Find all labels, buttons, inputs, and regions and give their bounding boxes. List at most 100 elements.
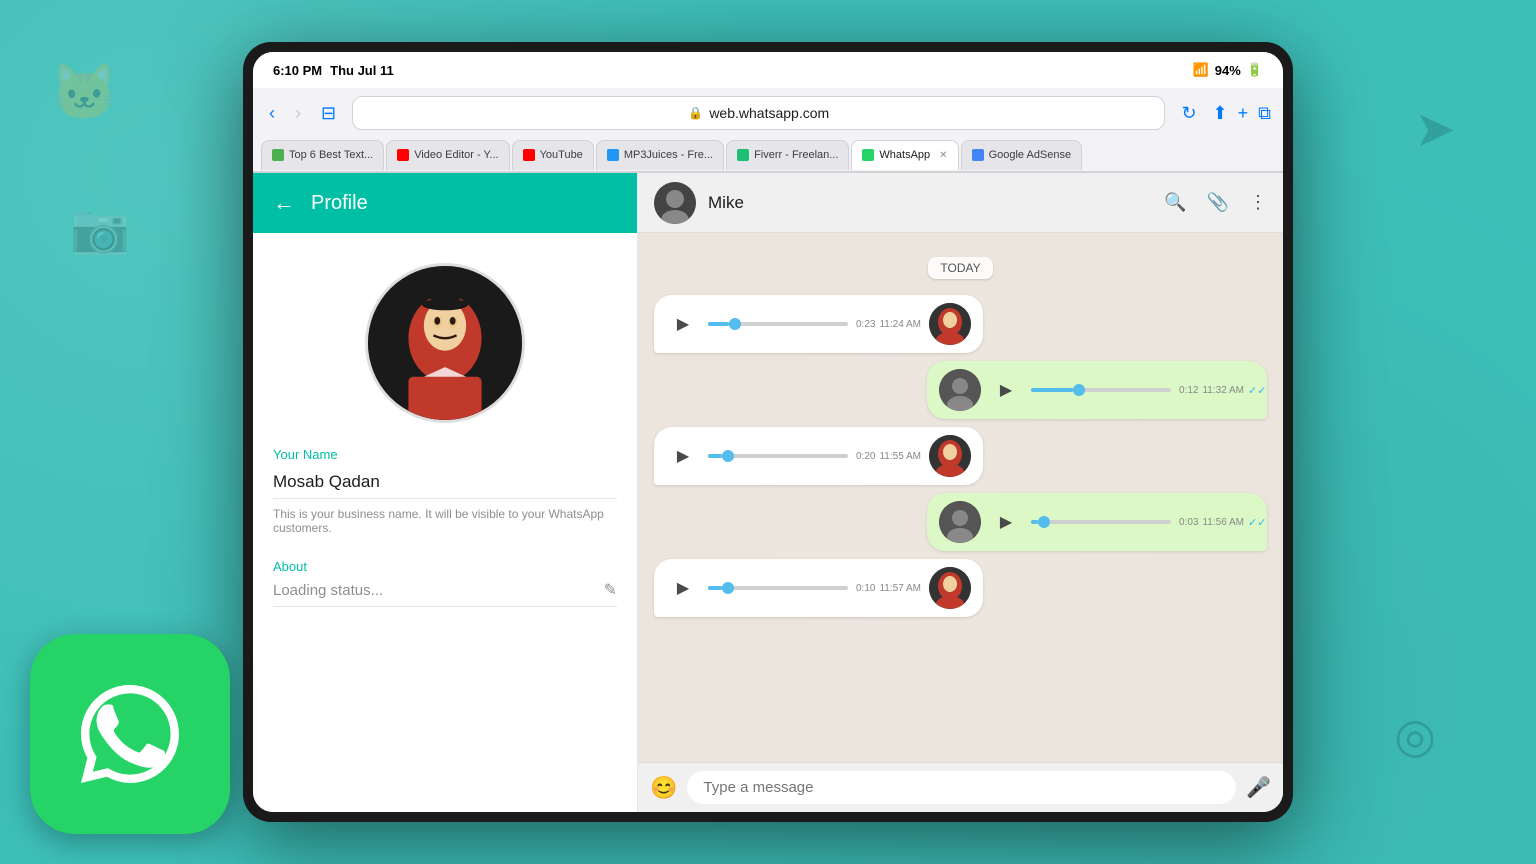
chat-contact-name: Mike: [708, 193, 1152, 213]
message-row-1: ▶ 0:23 11:24 AM: [654, 295, 1267, 353]
msg-meta-2: 0:12 11:32 AM ✓✓: [1179, 384, 1266, 397]
back-button[interactable]: ‹: [265, 101, 279, 126]
play-button-2[interactable]: ▶: [989, 373, 1023, 407]
voice-avatar-received-3: [929, 435, 971, 477]
tab-google-adsense[interactable]: Google AdSense: [961, 140, 1083, 170]
waveform-bar-2: [1031, 388, 1171, 392]
waveform-dot-5: [722, 582, 734, 594]
time-3: 11:55 AM: [879, 451, 921, 462]
tab-favicon-google-adsense: [972, 149, 984, 161]
duration-4: 0:03: [1179, 517, 1198, 528]
your-name-field: Your Name Mosab Qadan This is your busin…: [273, 447, 617, 535]
time-1: 11:24 AM: [879, 319, 921, 330]
play-button-3[interactable]: ▶: [666, 439, 700, 473]
main-content: ← Profile: [253, 173, 1283, 812]
tab-label-video-editor: Video Editor - Y...: [414, 149, 498, 161]
microphone-button[interactable]: 🎤: [1246, 775, 1271, 800]
play-button-4[interactable]: ▶: [989, 505, 1023, 539]
tab-label-text-editor: Top 6 Best Text...: [289, 149, 373, 161]
tab-favicon-mp3juices: [607, 149, 619, 161]
browser-toolbar: ‹ › ⊟ 🔒 web.whatsapp.com ↻ ⬆ + ⧉: [253, 88, 1283, 138]
tab-favicon-text-editor: [272, 149, 284, 161]
avatar-section: [273, 263, 617, 423]
ipad-frame: 6:10 PM Thu Jul 11 📶 94% 🔋 ‹ › ⊟ 🔒 web.w…: [243, 42, 1293, 822]
reader-button[interactable]: ⊟: [317, 101, 340, 126]
voice-avatar-img-4: [939, 501, 981, 543]
duration-1: 0:23: [856, 319, 875, 330]
read-receipt-2: ✓✓: [1248, 384, 1266, 397]
waveform-progress-3: [708, 454, 722, 458]
waveform-progress-1: [708, 322, 729, 326]
message-input[interactable]: [687, 771, 1236, 804]
tabs-button[interactable]: ⧉: [1258, 103, 1271, 124]
refresh-button[interactable]: ↻: [1177, 101, 1200, 126]
url-text: web.whatsapp.com: [709, 105, 829, 121]
address-bar[interactable]: 🔒 web.whatsapp.com: [352, 96, 1165, 130]
add-tab-button[interactable]: +: [1238, 103, 1249, 124]
voice-avatar-received-5: [929, 567, 971, 609]
tab-label-google-adsense: Google AdSense: [989, 149, 1072, 161]
waveform-bar-3: [708, 454, 848, 458]
chat-search-button[interactable]: 🔍: [1164, 192, 1186, 213]
msg-meta-4: 0:03 11:56 AM ✓✓: [1179, 516, 1266, 529]
waveform-progress-2: [1031, 388, 1073, 392]
tab-youtube[interactable]: YouTube: [512, 140, 594, 170]
chat-input-area: 😊 🎤: [638, 762, 1283, 812]
voice-avatar-sent-4: [939, 501, 981, 543]
tab-whatsapp[interactable]: WhatsApp ✕: [851, 140, 958, 170]
voice-avatar-img-2: [939, 369, 981, 411]
edit-about-icon[interactable]: ✎: [604, 580, 617, 600]
voice-avatar-img-5: [929, 567, 971, 609]
tab-label-whatsapp: WhatsApp: [879, 149, 930, 161]
ipad-screen: 6:10 PM Thu Jul 11 📶 94% 🔋 ‹ › ⊟ 🔒 web.w…: [253, 52, 1283, 812]
waveform-bar-4: [1031, 520, 1171, 524]
tab-text-editor[interactable]: Top 6 Best Text...: [261, 140, 384, 170]
waveform-progress-4: [1031, 520, 1038, 524]
battery-icon: 🔋: [1247, 62, 1263, 78]
tab-fiverr[interactable]: Fiverr - Freelan...: [726, 140, 849, 170]
about-value: Loading status...: [273, 582, 383, 599]
time-display: 6:10 PM: [273, 63, 322, 78]
waveform-1: [708, 322, 848, 326]
chat-attach-button[interactable]: 📎: [1207, 192, 1229, 213]
tab-video-editor[interactable]: Video Editor - Y...: [386, 140, 509, 170]
battery-display: 94%: [1215, 63, 1241, 78]
tab-label-youtube: YouTube: [540, 149, 583, 161]
tab-close-whatsapp[interactable]: ✕: [939, 150, 947, 161]
share-button[interactable]: ⬆: [1213, 103, 1228, 124]
bg-arrow-icon: ➤: [1414, 100, 1456, 158]
msg-meta-5: 0:10 11:57 AM: [856, 583, 921, 594]
waveform-dot-1: [729, 318, 741, 330]
time-2: 11:32 AM: [1202, 385, 1244, 396]
lock-icon: 🔒: [688, 106, 703, 120]
tab-favicon-fiverr: [737, 149, 749, 161]
status-bar-left: 6:10 PM Thu Jul 11: [273, 63, 394, 78]
profile-avatar[interactable]: [365, 263, 525, 423]
message-row-3: ▶ 0:20 11:55 AM: [654, 427, 1267, 485]
time-5: 11:57 AM: [879, 583, 921, 594]
waveform-progress-5: [708, 586, 722, 590]
forward-button[interactable]: ›: [291, 101, 305, 126]
play-button-1[interactable]: ▶: [666, 307, 700, 341]
waveform-dot-4: [1038, 516, 1050, 528]
voice-bubble-sent-4: ▶ 0:03 11:56 AM ✓✓: [927, 493, 1267, 551]
bg-target-icon: ◎: [1394, 708, 1436, 764]
message-row-2: ▶ 0:12 11:32 AM ✓✓: [654, 361, 1267, 419]
about-row: Loading status... ✎: [273, 580, 617, 607]
waveform-2: [1031, 388, 1171, 392]
waveform-bar-5: [708, 586, 848, 590]
chat-messages: TODAY ▶: [638, 233, 1283, 762]
date-divider: TODAY: [654, 257, 1267, 279]
time-4: 11:56 AM: [1202, 517, 1244, 528]
profile-back-button[interactable]: ←: [273, 190, 295, 216]
name-value[interactable]: Mosab Qadan: [273, 466, 617, 499]
play-button-5[interactable]: ▶: [666, 571, 700, 605]
profile-sidebar: ← Profile: [253, 173, 638, 812]
tab-label-fiverr: Fiverr - Freelan...: [754, 149, 838, 161]
chat-more-button[interactable]: ⋮: [1249, 192, 1267, 213]
tab-mp3juices[interactable]: MP3Juices - Fre...: [596, 140, 724, 170]
emoji-button[interactable]: 😊: [650, 775, 677, 801]
tab-label-mp3juices: MP3Juices - Fre...: [624, 149, 713, 161]
status-bar: 6:10 PM Thu Jul 11 📶 94% 🔋: [253, 52, 1283, 88]
chat-contact-avatar: [654, 182, 696, 224]
